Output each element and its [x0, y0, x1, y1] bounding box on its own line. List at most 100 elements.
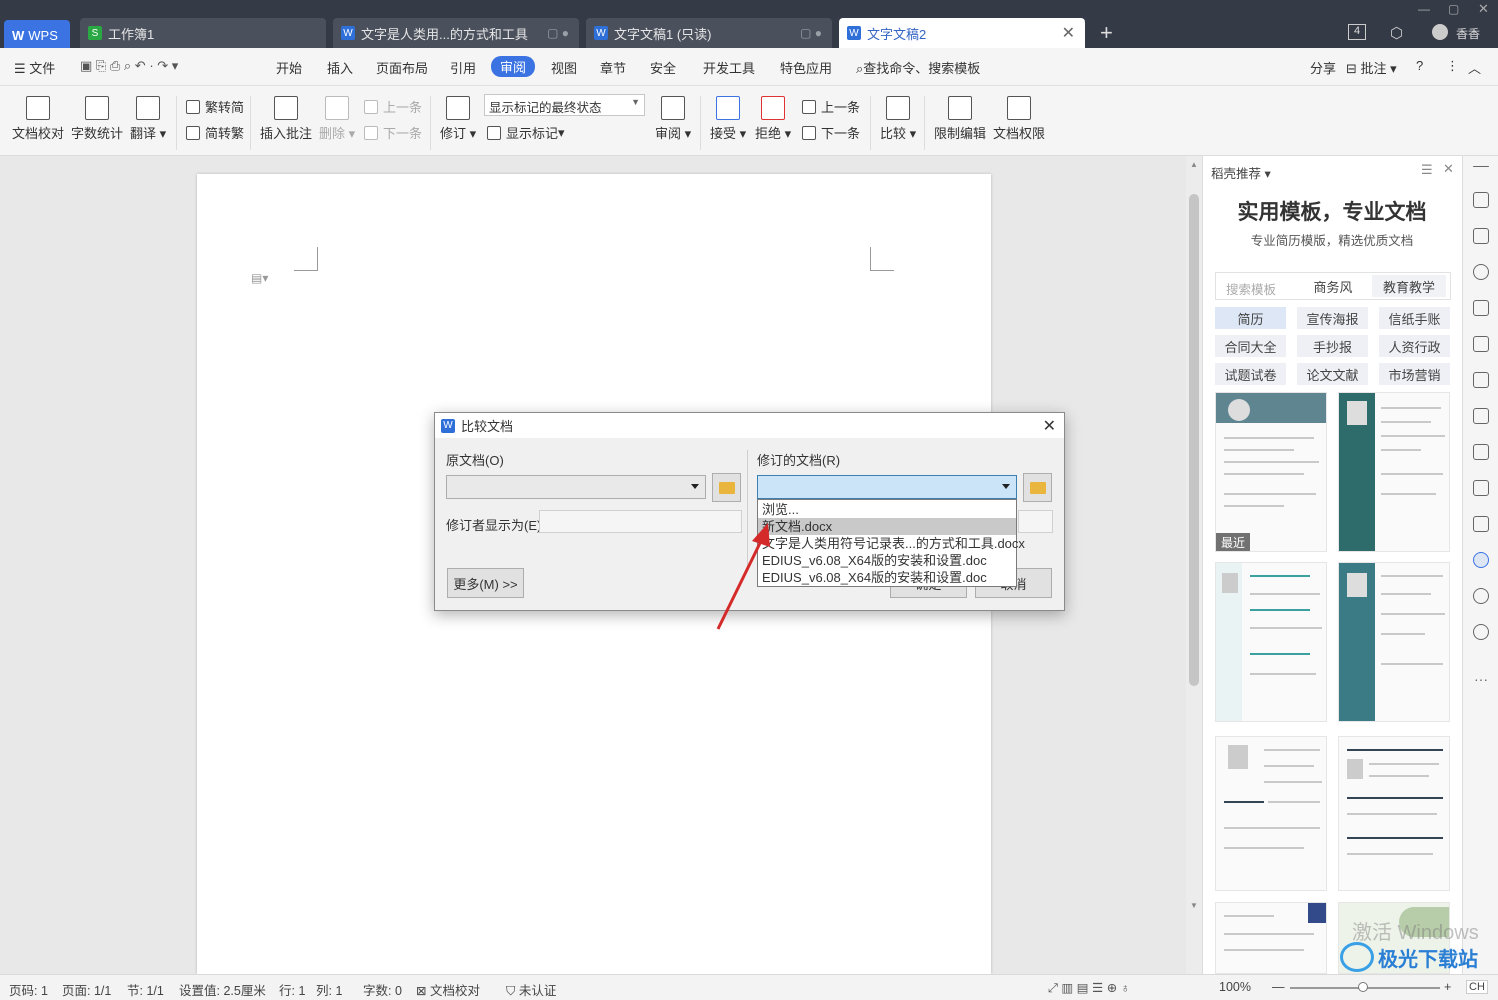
status-auth[interactable]: ⛉ 未认证: [506, 980, 556, 999]
menu-security[interactable]: 安全: [650, 58, 676, 77]
reject-button[interactable]: 拒绝 ▾: [755, 96, 791, 142]
translate-button[interactable]: 翻译 ▾: [130, 96, 166, 142]
user-name[interactable]: 香香: [1456, 25, 1480, 42]
panel-close-icon[interactable]: ✕: [1443, 161, 1454, 177]
menu-developer[interactable]: 开发工具: [703, 58, 755, 77]
new-tab-icon[interactable]: +: [1100, 20, 1113, 46]
more-tools-icon[interactable]: ···: [1474, 671, 1488, 687]
zoom-slider-thumb[interactable]: [1358, 982, 1368, 992]
menu-search[interactable]: ⌕查找命令、搜索模板: [856, 58, 980, 77]
original-browse-button[interactable]: [712, 473, 741, 502]
share-button[interactable]: 分享: [1310, 58, 1336, 77]
zoom-out-icon[interactable]: —: [1272, 980, 1285, 994]
status-row[interactable]: 行: 1: [279, 980, 305, 999]
ime-indicator[interactable]: CH: [1466, 980, 1488, 994]
template-thumbnail[interactable]: [1338, 562, 1450, 722]
minimize-icon[interactable]: —: [1418, 2, 1430, 16]
menu-layout[interactable]: 页面布局: [376, 58, 428, 77]
window-count-badge[interactable]: 4: [1348, 24, 1366, 40]
chip-papers[interactable]: 论文文献: [1297, 363, 1368, 385]
template-thumbnail[interactable]: [1215, 902, 1327, 974]
dropdown-item-new-doc[interactable]: 新文档.docx: [758, 518, 1016, 535]
scroll-down-icon[interactable]: ▼: [1190, 901, 1198, 910]
template-thumbnail[interactable]: [1338, 392, 1450, 552]
status-pages[interactable]: 页面: 1/1: [62, 980, 111, 999]
scroll-up-icon[interactable]: ▲: [1190, 160, 1198, 169]
table-icon[interactable]: [1473, 336, 1489, 352]
revised-reviser-field[interactable]: [1018, 510, 1053, 533]
chip-resume[interactable]: 简历: [1215, 307, 1286, 329]
status-page[interactable]: 页码: 1: [9, 980, 48, 999]
file-menu[interactable]: ☰ 文件: [14, 58, 55, 77]
menu-review[interactable]: 审阅: [491, 56, 536, 77]
dropdown-item-edius-1[interactable]: EDIUS_v6.08_X64版的安装和设置.doc: [762, 552, 987, 569]
status-setting[interactable]: 设置值: 2.5厘米: [179, 980, 266, 999]
quick-access-icons[interactable]: ▣ ⎘ ⎙ ⌕ ↶ · ↷ ▾: [80, 58, 178, 74]
chip-education[interactable]: 教育教学: [1372, 275, 1446, 297]
simp-to-trad-button[interactable]: 简转繁: [186, 123, 244, 142]
zoom-level[interactable]: 100%: [1219, 980, 1251, 994]
close-window-icon[interactable]: ✕: [1478, 1, 1489, 17]
prev-change-button[interactable]: 上一条: [802, 97, 860, 116]
help-circle-icon[interactable]: [1473, 624, 1489, 640]
template-thumbnail[interactable]: [1215, 562, 1327, 722]
chip-marketing[interactable]: 市场营销: [1379, 363, 1450, 385]
revise-button[interactable]: 修订 ▾: [440, 96, 476, 142]
zoom-in-icon[interactable]: +: [1444, 980, 1451, 994]
display-mode-select[interactable]: 显示标记的最终状态 ▼: [484, 94, 645, 116]
chip-handwritten[interactable]: 手抄报: [1297, 335, 1368, 357]
review-pane-button[interactable]: 审阅 ▾: [655, 96, 691, 142]
chip-hr[interactable]: 人资行政: [1379, 335, 1450, 357]
dialog-close-icon[interactable]: ✕: [1043, 416, 1056, 436]
chip-stationery[interactable]: 信纸手账: [1379, 307, 1450, 329]
tab-document1-readonly[interactable]: W 文字文稿1 (只读) ▢ ●: [586, 18, 832, 48]
maximize-icon[interactable]: ▢: [1448, 2, 1459, 16]
menu-references[interactable]: 引用: [450, 58, 476, 77]
skin-icon[interactable]: ⬡: [1390, 24, 1403, 42]
scrollbar-thumb[interactable]: [1189, 194, 1199, 686]
dropdown-item-edius-2[interactable]: EDIUS_v6.08_X64版的安装和设置.doc: [762, 569, 987, 586]
paragraph-handle-icon[interactable]: ▤▾: [251, 271, 268, 285]
help-icon[interactable]: ?: [1416, 58, 1423, 73]
template-thumbnail[interactable]: [1338, 736, 1450, 891]
show-marks-button[interactable]: 显示标记 ▾: [487, 123, 565, 142]
template-thumbnail[interactable]: [1215, 736, 1327, 891]
more-button[interactable]: 更多(M) >>: [447, 568, 524, 598]
collapse-ribbon-icon[interactable]: ︿: [1468, 58, 1481, 77]
chip-exams[interactable]: 试题试卷: [1215, 363, 1286, 385]
status-proof[interactable]: ⊠ 文档校对: [416, 980, 480, 999]
revised-doc-combo[interactable]: [757, 475, 1017, 499]
menu-insert[interactable]: 插入: [327, 58, 353, 77]
original-doc-combo[interactable]: [446, 475, 706, 499]
cursor-icon[interactable]: [1473, 228, 1489, 244]
tab-document-text[interactable]: W 文字是人类用...的方式和工具 ▢ ●: [333, 18, 579, 48]
word-count-button[interactable]: 字数统计: [71, 96, 123, 142]
template-search-box[interactable]: 搜索模板 商务风 教育教学: [1215, 272, 1451, 300]
comment-menu[interactable]: ⊟ 批注 ▾: [1346, 58, 1397, 77]
template-search-input[interactable]: 搜索模板: [1226, 279, 1276, 298]
backup-icon[interactable]: [1473, 588, 1489, 604]
more-icon[interactable]: ⋮: [1446, 58, 1459, 74]
next-change-button[interactable]: 下一条: [802, 123, 860, 142]
compare-button[interactable]: 比较 ▾: [880, 96, 916, 142]
avatar[interactable]: [1432, 24, 1448, 40]
tab-wps-home[interactable]: W WPS: [4, 20, 70, 50]
status-word-count[interactable]: 字数: 0: [363, 980, 402, 999]
tab-workbook1[interactable]: S 工作簿1: [80, 18, 326, 48]
template-recommend-icon[interactable]: [1473, 552, 1489, 568]
revised-browse-button[interactable]: [1023, 473, 1052, 502]
insert-comment-button[interactable]: 插入批注: [260, 96, 312, 142]
shapes-icon[interactable]: [1473, 264, 1489, 280]
panel-options-icon[interactable]: ☰: [1421, 162, 1433, 178]
delete-comment-button[interactable]: 删除 ▾: [319, 96, 355, 142]
chip-business[interactable]: 商务风: [1300, 275, 1366, 297]
panel-header[interactable]: 稻壳推荐 ▾: [1211, 163, 1271, 182]
translate-side-icon[interactable]: [1473, 444, 1489, 460]
tab-document2[interactable]: W 文字文稿2 ✕: [839, 18, 1085, 48]
doc-check-button[interactable]: 文档校对: [12, 96, 64, 142]
status-col[interactable]: 列: 1: [316, 980, 342, 999]
tab-dot-icon[interactable]: ▢ ●: [800, 26, 822, 40]
menu-start[interactable]: 开始: [276, 58, 302, 77]
tab-dot-icon[interactable]: ▢ ●: [547, 26, 569, 40]
style-icon[interactable]: [1473, 300, 1489, 316]
